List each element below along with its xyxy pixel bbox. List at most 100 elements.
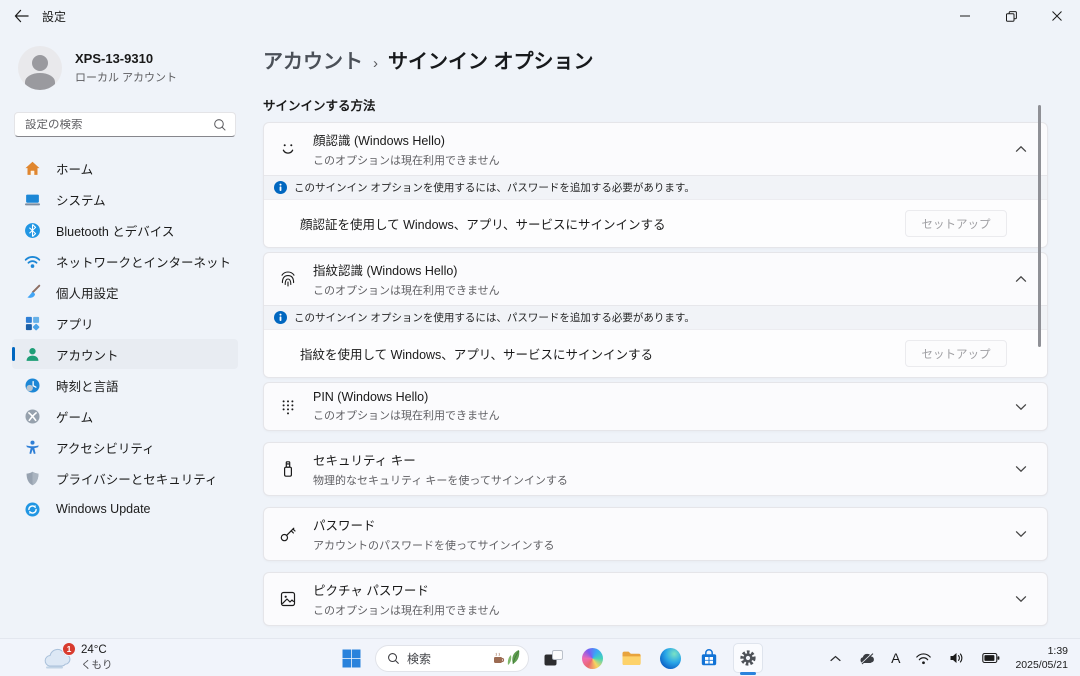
- sidebar-item-apps[interactable]: アプリ: [12, 308, 238, 338]
- restore-icon: [1005, 10, 1018, 23]
- info-icon: [274, 311, 287, 324]
- card-title: パスワード: [313, 515, 999, 534]
- sidebar-item-label: Windows Update: [56, 502, 151, 516]
- chevron-down-icon[interactable]: [1013, 401, 1029, 413]
- breadcrumb-accounts[interactable]: アカウント: [263, 45, 363, 74]
- notification-badge: 1: [62, 642, 76, 656]
- action-description: 指紋を使用して Windows、アプリ、サービスにサインインする: [300, 344, 653, 363]
- card-subtitle: このオプションは現在利用できません: [313, 407, 999, 423]
- sidebar-item-label: アクセシビリティ: [56, 438, 155, 457]
- card-subtitle: 物理的なセキュリティ キーを使ってサインインする: [313, 472, 999, 488]
- active-app-indicator: [740, 672, 756, 675]
- taskbar-search-box[interactable]: 検索: [375, 645, 529, 672]
- copilot-button[interactable]: [577, 643, 607, 673]
- chevron-up-icon[interactable]: [1013, 273, 1029, 285]
- sidebar-item-system[interactable]: システム: [12, 184, 238, 214]
- chevron-down-icon[interactable]: [1013, 463, 1029, 475]
- sidebar-item-accessibility[interactable]: アクセシビリティ: [12, 432, 238, 462]
- minimize-button[interactable]: [942, 0, 988, 32]
- card-title: 指紋認識 (Windows Hello): [313, 260, 999, 279]
- sidebar-item-label: プライバシーとセキュリティ: [56, 469, 218, 488]
- ime-mode-indicator[interactable]: A: [891, 650, 900, 666]
- card-password: パスワード アカウントのパスワードを使ってサインインする: [263, 507, 1048, 561]
- edge-button[interactable]: [655, 643, 685, 673]
- pin-header[interactable]: PIN (Windows Hello) このオプションは現在利用できません: [264, 383, 1047, 430]
- security-key-icon: [277, 459, 299, 479]
- accounts-icon: [24, 346, 41, 363]
- clock[interactable]: 1:39 2025/05/21: [1015, 644, 1068, 672]
- breadcrumb-separator: ›: [373, 55, 378, 72]
- volume-icon[interactable]: [947, 649, 967, 667]
- settings-button-active[interactable]: [733, 643, 763, 673]
- sidebar-item-bluetooth-devices[interactable]: Bluetooth とデバイス: [12, 215, 238, 245]
- weather-widget[interactable]: 1 24°C くもり: [42, 639, 113, 676]
- card-security-key: セキュリティ キー 物理的なセキュリティ キーを使ってサインインする: [263, 442, 1048, 496]
- microsoft-store-button[interactable]: [694, 643, 724, 673]
- onedrive-cloud-icon[interactable]: [856, 649, 878, 667]
- card-title: 顔認識 (Windows Hello): [313, 130, 999, 149]
- setup-button[interactable]: セットアップ: [905, 210, 1007, 237]
- close-button[interactable]: [1034, 0, 1080, 32]
- fingerprint-header[interactable]: 指紋認識 (Windows Hello) このオプションは現在利用できません: [264, 253, 1047, 305]
- system-icon: [24, 191, 41, 208]
- sidebar-item-home[interactable]: ホーム: [12, 153, 238, 183]
- sidebar-item-label: 時刻と言語: [56, 376, 119, 395]
- chevron-up-icon[interactable]: [1013, 143, 1029, 155]
- sidebar-item-label: 個人用設定: [56, 283, 119, 302]
- sidebar-item-network-internet[interactable]: ネットワークとインターネット: [12, 246, 238, 276]
- start-button[interactable]: [336, 643, 366, 673]
- clock-date: 2025/05/21: [1015, 658, 1068, 672]
- sidebar-item-accounts[interactable]: アカウント: [12, 339, 238, 369]
- account-type: ローカル アカウント: [75, 69, 177, 85]
- face-recognition-header[interactable]: 顔認識 (Windows Hello) このオプションは現在利用できません: [264, 123, 1047, 175]
- windows-logo-icon: [342, 649, 361, 668]
- selected-indicator: [12, 347, 15, 361]
- battery-icon[interactable]: [980, 650, 1002, 666]
- settings-search-input[interactable]: [25, 119, 213, 131]
- sidebar-item-label: システム: [56, 190, 106, 209]
- action-description: 顔認証を使用して Windows、アプリ、サービスにサインインする: [300, 214, 666, 233]
- back-button[interactable]: [0, 0, 42, 32]
- chevron-down-icon[interactable]: [1013, 528, 1029, 540]
- user-profile[interactable]: XPS-13-9310 ローカル アカウント: [18, 46, 234, 90]
- chevron-down-icon[interactable]: [1013, 593, 1029, 605]
- clock-time: 1:39: [1015, 644, 1068, 658]
- wifi-status-icon[interactable]: [913, 650, 934, 667]
- wifi-icon: [24, 253, 41, 270]
- taskbar-center: 検索: [336, 639, 763, 676]
- restore-button[interactable]: [988, 0, 1034, 32]
- titlebar: 設定: [0, 0, 1080, 32]
- info-strip: このサインイン オプションを使用するには、パスワードを追加する必要があります。: [264, 305, 1047, 329]
- sidebar: XPS-13-9310 ローカル アカウント ホーム システム: [0, 32, 250, 638]
- update-icon: [24, 501, 41, 518]
- scrollbar[interactable]: [1038, 105, 1041, 347]
- setup-button[interactable]: セットアップ: [905, 340, 1007, 367]
- sidebar-item-time-language[interactable]: 時刻と言語: [12, 370, 238, 400]
- sidebar-item-label: Bluetooth とデバイス: [56, 221, 174, 240]
- card-title: PIN (Windows Hello): [313, 390, 999, 404]
- sidebar-item-privacy-security[interactable]: プライバシーとセキュリティ: [12, 463, 238, 493]
- settings-search-box[interactable]: [14, 112, 236, 137]
- file-explorer-button[interactable]: [616, 643, 646, 673]
- shield-icon: [24, 470, 41, 487]
- sidebar-item-gaming[interactable]: ゲーム: [12, 401, 238, 431]
- task-view-button[interactable]: [538, 643, 568, 673]
- microsoft-store-icon: [699, 648, 719, 668]
- sidebar-item-windows-update[interactable]: Windows Update: [12, 494, 238, 524]
- page-title: サインイン オプション: [388, 45, 594, 74]
- close-icon: [1051, 10, 1063, 22]
- fingerprint-action-row: 指紋を使用して Windows、アプリ、サービスにサインインする セットアップ: [264, 329, 1047, 377]
- card-title: セキュリティ キー: [313, 450, 999, 469]
- bluetooth-icon: [24, 222, 41, 239]
- window-controls: [942, 0, 1080, 32]
- face-icon: [277, 139, 299, 159]
- tray-chevron-up[interactable]: [828, 653, 843, 664]
- sidebar-item-personalization[interactable]: 個人用設定: [12, 277, 238, 307]
- minimize-icon: [959, 10, 971, 22]
- sidebar-item-label: アプリ: [56, 314, 94, 333]
- picture-password-header[interactable]: ピクチャ パスワード このオプションは現在利用できません: [264, 573, 1047, 625]
- password-key-icon: [277, 524, 299, 544]
- info-strip: このサインイン オプションを使用するには、パスワードを追加する必要があります。: [264, 175, 1047, 199]
- security-key-header[interactable]: セキュリティ キー 物理的なセキュリティ キーを使ってサインインする: [264, 443, 1047, 495]
- password-header[interactable]: パスワード アカウントのパスワードを使ってサインインする: [264, 508, 1047, 560]
